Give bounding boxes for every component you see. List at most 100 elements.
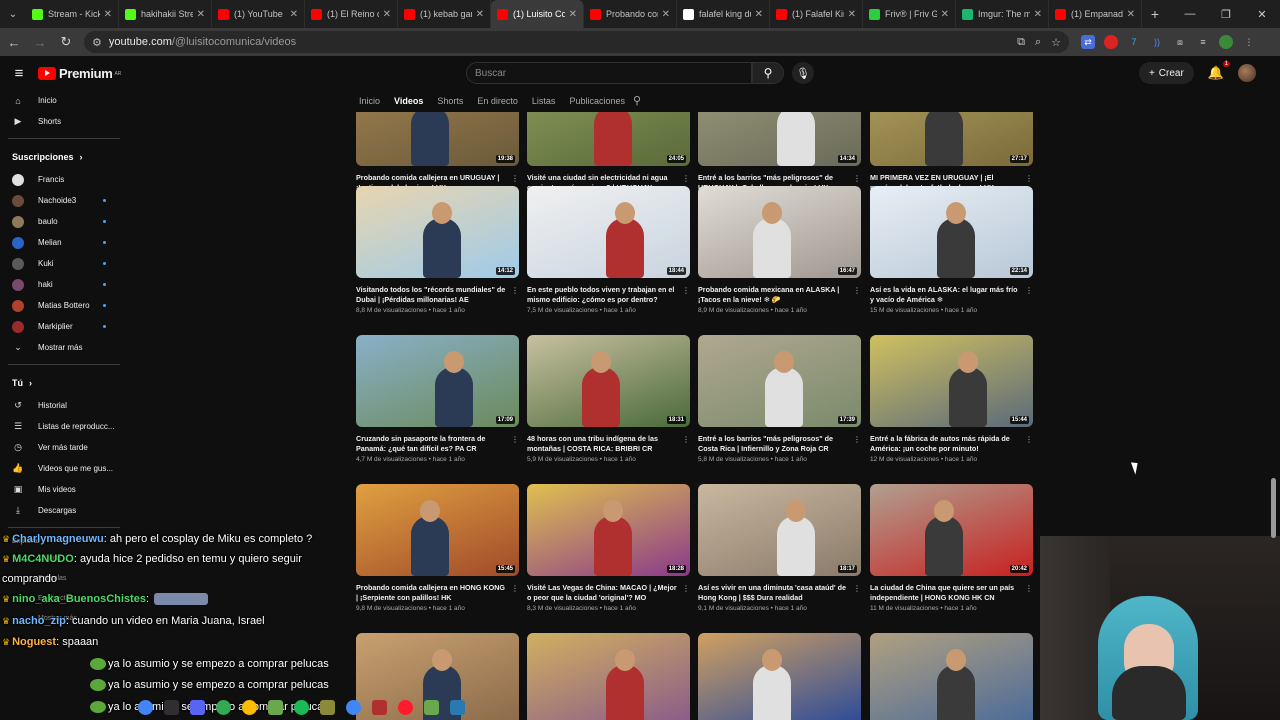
video-thumbnail[interactable]: 17:39 bbox=[698, 335, 861, 427]
sidebar-item-you[interactable]: ⤓ Descargas bbox=[0, 500, 128, 521]
sidebar-item-inicio[interactable]: ⌂ Inicio bbox=[0, 90, 128, 111]
video-title[interactable]: Visité Las Vegas de China: MACAO | ¿Mejo… bbox=[527, 583, 677, 603]
account-avatar[interactable] bbox=[1238, 64, 1256, 82]
page-scrollbar[interactable] bbox=[1271, 478, 1276, 538]
opera-icon[interactable] bbox=[398, 699, 413, 715]
tab-close-icon[interactable]: ✕ bbox=[755, 9, 763, 20]
video-card[interactable]: 22:14 Así es la vida en ALASKA: el lugar … bbox=[870, 186, 1033, 314]
tab-videos[interactable]: Videos bbox=[394, 96, 423, 106]
app-icon[interactable] bbox=[372, 699, 387, 715]
video-thumbnail[interactable]: 27:17 bbox=[870, 112, 1033, 166]
video-thumbnail[interactable]: 17:09 bbox=[356, 335, 519, 427]
video-thumbnail[interactable]: 22:14 bbox=[870, 186, 1033, 278]
browser-tab[interactable]: (1) Luisito Comunica ✕ bbox=[491, 0, 584, 28]
subscription-item[interactable]: Melian bbox=[0, 232, 128, 253]
obs-icon[interactable] bbox=[164, 699, 179, 715]
video-title[interactable]: Probando comida callejera en HONG KONG |… bbox=[356, 583, 506, 603]
more-options-icon[interactable]: ⋮ bbox=[682, 584, 690, 593]
video-title[interactable]: Entré a los barrios "más peligrosos" de … bbox=[698, 434, 848, 454]
browser-tab[interactable]: Stream - Kick ✕ bbox=[26, 0, 119, 28]
tab-close-icon[interactable]: ✕ bbox=[662, 9, 670, 20]
record-extension-icon[interactable] bbox=[1104, 35, 1118, 49]
video-card[interactable]: 17:09 Cruzando sin pasaporte la frontera … bbox=[356, 335, 519, 463]
more-options-icon[interactable]: ⋮ bbox=[682, 286, 690, 295]
more-options-icon[interactable]: ⋮ bbox=[511, 584, 519, 593]
video-thumbnail[interactable]: 15:45 bbox=[356, 484, 519, 576]
video-thumbnail[interactable]: 14:34 bbox=[698, 112, 861, 166]
tab-close-icon[interactable]: ✕ bbox=[848, 9, 856, 20]
video-card[interactable]: 17:39 Entré a los barrios "más peligrosos… bbox=[698, 335, 861, 463]
menu-icon[interactable]: ≡ bbox=[0, 65, 38, 82]
profile-icon[interactable] bbox=[1219, 35, 1233, 49]
sidebar-item-you[interactable]: ◷ Ver más tarde bbox=[0, 437, 128, 458]
video-title[interactable]: En este pueblo todos viven y trabajan en… bbox=[527, 285, 677, 305]
new-tab-button[interactable]: + bbox=[1142, 6, 1168, 22]
video-card[interactable]: 16:47 Probando comida mexicana en ALASKA … bbox=[698, 186, 861, 314]
tab-close-icon[interactable]: ✕ bbox=[569, 9, 577, 20]
video-thumbnail[interactable]: 18:28 bbox=[527, 484, 690, 576]
browser-tab[interactable]: falafel king dub ✕ bbox=[677, 0, 770, 28]
subscription-item[interactable]: Francis bbox=[0, 169, 128, 190]
tab-en-directo[interactable]: En directo bbox=[477, 96, 518, 106]
more-options-icon[interactable]: ⋮ bbox=[511, 174, 519, 183]
subscription-item[interactable]: Markiplier bbox=[0, 316, 128, 337]
youtube-logo[interactable]: Premium AR bbox=[38, 66, 121, 81]
video-thumbnail[interactable] bbox=[698, 633, 861, 720]
site-info-icon[interactable]: ⚙ bbox=[92, 36, 102, 49]
video-title[interactable]: 48 horas con una tribu indígena de las m… bbox=[527, 434, 677, 454]
video-title[interactable]: Así es vivir en una diminuta 'casa ataúd… bbox=[698, 583, 848, 603]
video-title[interactable]: Visitando todos los "récords mundiales" … bbox=[356, 285, 506, 305]
tab-close-icon[interactable]: ✕ bbox=[1127, 9, 1135, 20]
sidebar-item-shorts[interactable]: ▶ Shorts bbox=[0, 111, 128, 132]
forward-icon[interactable]: → bbox=[28, 30, 52, 54]
tab-publicaciones[interactable]: Publicaciones bbox=[569, 96, 625, 106]
tab-close-icon[interactable]: ✕ bbox=[1034, 9, 1042, 20]
cursor-app-icon[interactable] bbox=[450, 699, 465, 715]
minecraft-icon[interactable] bbox=[424, 699, 439, 715]
video-thumbnail[interactable]: 18:44 bbox=[527, 186, 690, 278]
video-card[interactable]: 18:31 48 horas con una tribu indígena de … bbox=[527, 335, 690, 463]
sidebar-item-you[interactable]: ☰ Listas de reproducc... bbox=[0, 416, 128, 437]
video-card[interactable]: 14:12 Visitando todos los "récords mundia… bbox=[356, 186, 519, 314]
browser-tab[interactable]: (1) kebab gamer ✕ bbox=[398, 0, 491, 28]
more-options-icon[interactable]: ⋮ bbox=[511, 286, 519, 295]
chrome-icon[interactable] bbox=[216, 699, 231, 715]
install-icon[interactable]: ⧉ bbox=[1017, 36, 1025, 49]
more-options-icon[interactable]: ⋮ bbox=[853, 435, 861, 444]
video-thumbnail[interactable]: 18:17 bbox=[698, 484, 861, 576]
discord-icon[interactable] bbox=[190, 699, 205, 715]
video-thumbnail[interactable]: 14:12 bbox=[356, 186, 519, 278]
zoom-icon[interactable]: ⌕ bbox=[1035, 36, 1041, 49]
sidebar-item-you[interactable]: ↺ Historial bbox=[0, 395, 128, 416]
tab-inicio[interactable]: Inicio bbox=[359, 96, 380, 106]
browser-tab[interactable]: (1) YouTube ✕ bbox=[212, 0, 305, 28]
translate-extension-icon[interactable]: ⇄ bbox=[1081, 35, 1095, 49]
browser-tab[interactable]: (1) El Reino de ✕ bbox=[305, 0, 398, 28]
more-options-icon[interactable]: ⋮ bbox=[853, 584, 861, 593]
game-icon[interactable] bbox=[320, 699, 335, 715]
video-card[interactable] bbox=[698, 633, 861, 720]
video-card[interactable]: 20:42 La ciudad de China que quiere ser u… bbox=[870, 484, 1033, 612]
video-thumbnail[interactable]: 16:47 bbox=[698, 186, 861, 278]
back-icon[interactable]: ← bbox=[2, 30, 26, 54]
video-card[interactable]: 15:44 Entré a la fábrica de autos más ráp… bbox=[870, 335, 1033, 463]
url-field[interactable]: ⚙ youtube.com/@luisitocomunica/videos ⧉ … bbox=[84, 31, 1069, 53]
video-title[interactable]: Entré a la fábrica de autos más rápida d… bbox=[870, 434, 1020, 454]
chrome-icon[interactable] bbox=[138, 699, 153, 715]
chrome-icon[interactable] bbox=[242, 699, 257, 715]
reload-icon[interactable]: ↻ bbox=[54, 30, 78, 54]
media-control-icon[interactable]: ≡ bbox=[1196, 35, 1210, 49]
microphone-icon[interactable]: 🎙 bbox=[792, 62, 814, 84]
create-button[interactable]: + Crear bbox=[1138, 62, 1194, 84]
more-options-icon[interactable]: ⋮ bbox=[853, 286, 861, 295]
video-thumbnail[interactable]: 15:44 bbox=[870, 335, 1033, 427]
tab-listas[interactable]: Listas bbox=[532, 96, 556, 106]
video-thumbnail[interactable]: 20:42 bbox=[870, 484, 1033, 576]
more-options-icon[interactable]: ⋮ bbox=[1025, 584, 1033, 593]
subscription-item[interactable]: Kuki bbox=[0, 253, 128, 274]
more-options-icon[interactable]: ⋮ bbox=[682, 435, 690, 444]
restore-icon[interactable]: ❐ bbox=[1208, 0, 1244, 28]
show-more-subscriptions[interactable]: ⌄ Mostrar más bbox=[0, 337, 128, 358]
search-input[interactable]: Buscar bbox=[466, 62, 752, 84]
close-window-icon[interactable]: ✕ bbox=[1244, 0, 1280, 28]
